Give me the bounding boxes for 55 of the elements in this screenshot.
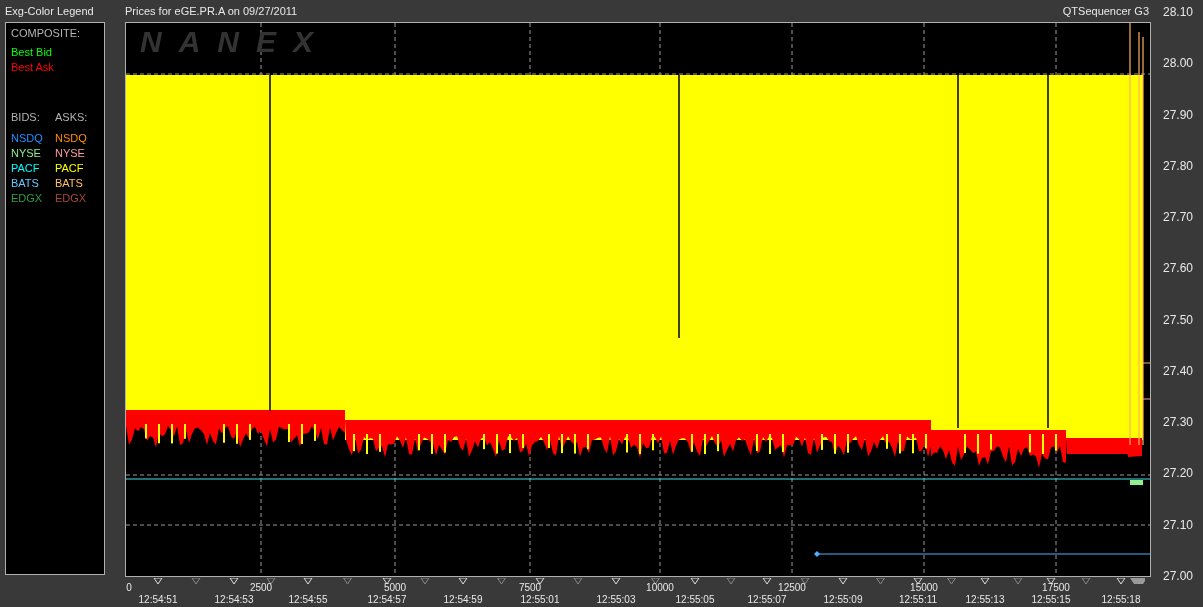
chart-title: Prices for eGE.PR.A on 09/27/2011	[125, 5, 298, 17]
axis-tick-label: 15000	[910, 582, 938, 593]
time-label: 12:55:05	[675, 594, 715, 605]
time-label: 12:54:51	[138, 594, 178, 605]
time-label: 12:54:59	[443, 594, 483, 605]
legend-label: NSDQ	[11, 131, 44, 146]
price-label: 27.30	[1163, 415, 1195, 430]
legend-label: EDGX	[11, 191, 44, 206]
price-line	[1142, 398, 1150, 400]
axis-tick-label: 5000	[383, 582, 407, 593]
legend-heading: ASKS:	[55, 111, 89, 123]
legend-label: Best Ask	[11, 60, 55, 75]
time-label: 12:54:53	[214, 594, 254, 605]
legend-label: NSDQ	[55, 131, 88, 146]
time-label: 12:55:13	[965, 594, 1005, 605]
legend-heading: COMPOSITE:	[11, 27, 82, 39]
axis-tick-label: 17500	[1042, 582, 1070, 593]
price-label: 27.80	[1163, 158, 1195, 173]
price-label: 27.10	[1163, 517, 1195, 532]
price-label: 28.10	[1163, 5, 1195, 19]
time-label: 12:54:55	[288, 594, 328, 605]
time-label: 12:55:01	[520, 594, 560, 605]
price-label: 27.20	[1163, 466, 1195, 481]
price-label: 27.70	[1163, 210, 1195, 225]
axis-tick-label: 7500	[518, 582, 542, 593]
price-label: 27.50	[1163, 312, 1195, 327]
price-label: 27.90	[1163, 107, 1195, 122]
price-line	[1142, 362, 1150, 364]
legend-label: NYSE	[55, 146, 86, 161]
app-name: QTSequencer G3	[1062, 5, 1149, 17]
price-label: 27.60	[1163, 261, 1195, 276]
legend-label: BATS	[55, 176, 84, 191]
axis-tick-label: 2500	[249, 582, 273, 593]
legend-label: Best Bid	[11, 45, 53, 60]
price-label: 28.00	[1163, 56, 1195, 71]
axis-tick-label: 12500	[778, 582, 806, 593]
time-label: 12:55:07	[747, 594, 787, 605]
legend-title: Exg-Color Legend	[5, 5, 94, 17]
legend-label: PACF	[55, 161, 85, 176]
time-label: 12:55:11	[898, 594, 938, 605]
price-label: 27.40	[1163, 363, 1195, 378]
legend-label: EDGX	[55, 191, 88, 206]
time-label: 12:55:03	[596, 594, 636, 605]
axis-tick-label: 0	[126, 582, 132, 593]
legend-label: PACF	[11, 161, 41, 176]
time-label: 12:55:15	[1031, 594, 1071, 605]
time-label: 12:54:57	[367, 594, 407, 605]
price-label: 27.00	[1163, 568, 1195, 583]
legend-label: BATS	[11, 176, 40, 191]
legend-label: NYSE	[11, 146, 42, 161]
axis-tick-label: 10000	[646, 582, 674, 593]
time-label: 12:55:09	[823, 594, 863, 605]
time-label: 12:55:18	[1101, 594, 1141, 605]
legend-heading: BIDS:	[11, 111, 41, 123]
bid-marker	[1130, 480, 1143, 485]
